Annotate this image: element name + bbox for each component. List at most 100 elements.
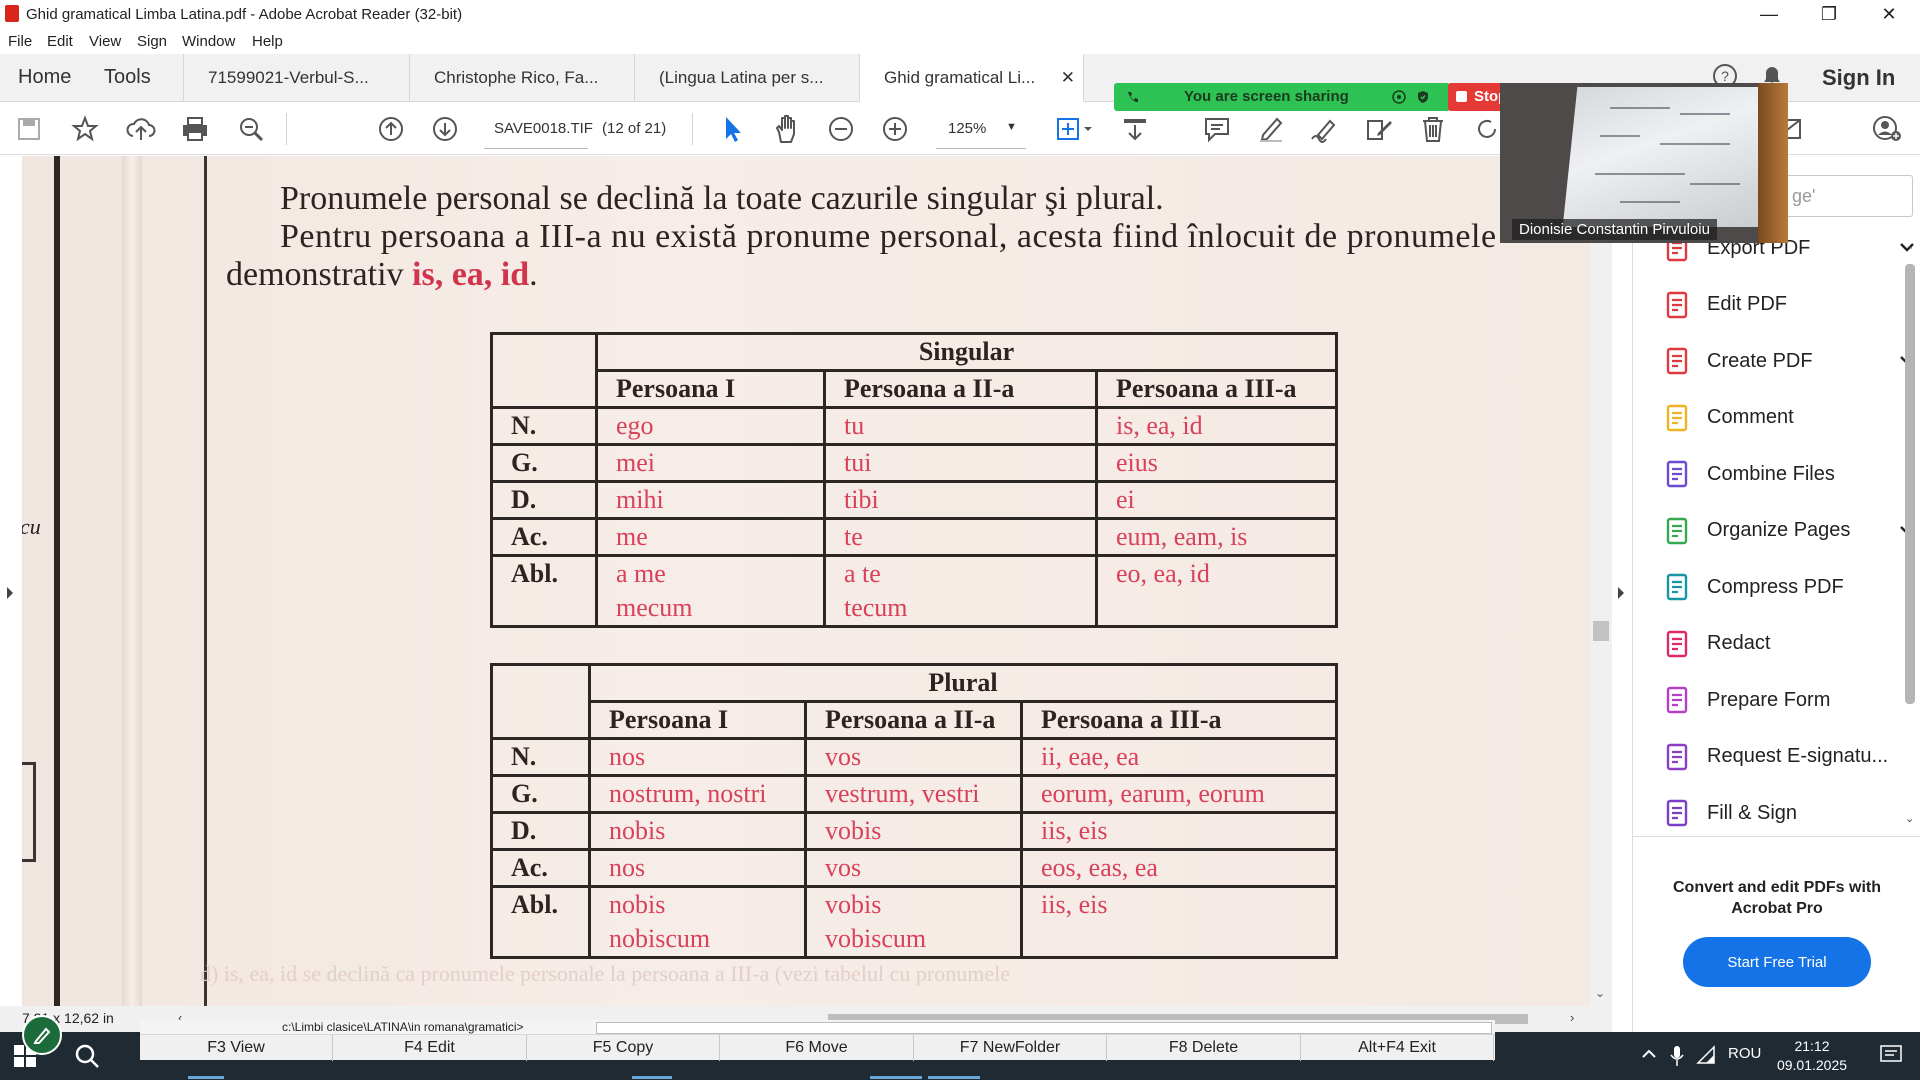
vertical-scrollbar[interactable]: ⌄ bbox=[1590, 156, 1612, 1006]
table-row: D. mihi tibi ei bbox=[490, 480, 1338, 520]
tool-prepare-form[interactable]: Prepare Form bbox=[1663, 680, 1830, 720]
acrobat-icon bbox=[5, 5, 19, 22]
tool-comment[interactable]: Comment bbox=[1663, 398, 1794, 438]
star-icon[interactable] bbox=[70, 114, 100, 144]
zoom-dropdown[interactable]: 125% ▼ bbox=[936, 109, 1026, 149]
paragraph-line-3: demonstrativ is, ea, id. bbox=[226, 256, 538, 293]
edit-text-icon[interactable] bbox=[1364, 114, 1394, 144]
tool-fill-sign[interactable]: Fill & Sign bbox=[1663, 793, 1797, 833]
webcam-preview[interactable]: Dionisie Constantin Pirvuloiu bbox=[1500, 83, 1788, 243]
command-line-input[interactable] bbox=[596, 1022, 1492, 1034]
table-row: G. nostrum, nostri vestrum, vestri eorum, e… bbox=[490, 774, 1338, 814]
tools-search-input[interactable]: ge' bbox=[1783, 175, 1913, 217]
fkey-f3-view[interactable]: F3 View bbox=[140, 1035, 333, 1061]
zoom-search-icon[interactable] bbox=[236, 114, 266, 144]
highlight-pen-icon[interactable] bbox=[1256, 114, 1286, 144]
start-free-trial-button[interactable]: Start Free Trial bbox=[1683, 937, 1871, 987]
scroll-right-icon[interactable]: › bbox=[1570, 1010, 1574, 1025]
doc-tab-lingua-latina[interactable]: (Lingua Latina per s... bbox=[634, 54, 859, 102]
annotate-pen-icon[interactable] bbox=[22, 1015, 62, 1055]
tray-chevron-up-icon[interactable] bbox=[1640, 1045, 1658, 1063]
panel-scrollbar[interactable]: ⌃ ⌄ bbox=[1901, 242, 1919, 832]
menu-sign[interactable]: Sign bbox=[137, 33, 167, 50]
menu-view[interactable]: View bbox=[89, 33, 121, 50]
function-key-bar: F3 View F4 Edit F5 Copy F6 Move F7 NewFolder… bbox=[140, 1034, 1495, 1061]
panel-scroll-down-icon[interactable]: ⌄ bbox=[1905, 812, 1914, 825]
scrollbar-thumb[interactable] bbox=[1593, 621, 1609, 641]
cloud-upload-icon[interactable] bbox=[126, 114, 156, 144]
right-panel-toggle-icon[interactable] bbox=[1616, 585, 1626, 601]
home-tab[interactable]: Home bbox=[18, 66, 71, 89]
close-window-button[interactable]: ✕ bbox=[1866, 0, 1912, 29]
scroll-down-icon[interactable]: ⌄ bbox=[1595, 986, 1605, 1000]
tool-combine-files[interactable]: Combine Files bbox=[1663, 454, 1835, 494]
taskbar-search-icon[interactable] bbox=[74, 1043, 100, 1069]
promo-text: Convert and edit PDFs with Acrobat Pro bbox=[1672, 879, 1881, 917]
menu-window[interactable]: Window bbox=[182, 33, 235, 50]
language-indicator[interactable]: ROU bbox=[1728, 1045, 1761, 1062]
document-viewer[interactable]: cu Pronumele personal se declină la toat… bbox=[0, 156, 1612, 1006]
filename-field[interactable]: SAVE0018.TIF bbox=[484, 109, 593, 149]
fkey-f6-move[interactable]: F6 Move bbox=[721, 1035, 914, 1061]
sign-in-button[interactable]: Sign In bbox=[1822, 65, 1895, 91]
tool-request-e-signatu[interactable]: Request E-signatu... bbox=[1663, 737, 1888, 777]
pdf-page: cu Pronumele personal se declină la toat… bbox=[22, 156, 1590, 1006]
zoom-in-icon[interactable] bbox=[880, 114, 910, 144]
singular-header-p3: Persoana a III-a bbox=[1095, 369, 1338, 409]
table-row: G. mei tui eius bbox=[490, 443, 1338, 483]
sign-pen-icon[interactable] bbox=[1310, 114, 1340, 144]
panel-scrollbar-thumb[interactable] bbox=[1905, 264, 1915, 704]
doc-tab-rico[interactable]: Christophe Rico, Fa... bbox=[409, 54, 634, 102]
tools-tab[interactable]: Tools bbox=[104, 66, 151, 89]
zoom-value: 125% bbox=[948, 120, 987, 137]
comment-tool-icon[interactable] bbox=[1202, 114, 1232, 144]
fkey-f7-newfolder[interactable]: F7 NewFolder bbox=[914, 1035, 1107, 1061]
menu-edit[interactable]: Edit bbox=[47, 33, 73, 50]
clock[interactable]: 21:12 09.01.2025 bbox=[1772, 1037, 1852, 1075]
tool-create-pdf[interactable]: Create PDF bbox=[1663, 341, 1914, 381]
table-row: Abl. nobis nobiscum vobis vobiscum iis, eis bbox=[490, 885, 1338, 959]
fkey-alt-f4-exit[interactable]: Alt+F4 Exit bbox=[1301, 1035, 1494, 1061]
paragraph-line-2: Pentru persoana a III-a nu există pronum… bbox=[280, 218, 1497, 255]
microphone-icon[interactable] bbox=[1670, 1045, 1684, 1067]
print-icon[interactable] bbox=[180, 114, 210, 144]
shield-icon[interactable] bbox=[1416, 90, 1430, 104]
next-page-icon[interactable] bbox=[430, 114, 460, 144]
fkey-f5-copy[interactable]: F5 Copy bbox=[527, 1035, 720, 1061]
tool-compress-pdf[interactable]: Compress PDF bbox=[1663, 567, 1844, 607]
menu-help[interactable]: Help bbox=[252, 33, 283, 50]
download-tray-icon[interactable] bbox=[1120, 114, 1150, 144]
clock-date: 09.01.2025 bbox=[1776, 1057, 1848, 1073]
select-cursor-icon[interactable] bbox=[718, 114, 748, 144]
save-icon[interactable] bbox=[14, 114, 44, 144]
left-panel-toggle-icon[interactable] bbox=[5, 585, 15, 601]
wifi-icon[interactable] bbox=[1696, 1045, 1716, 1065]
menu-file[interactable]: File bbox=[8, 33, 32, 50]
tool-edit-pdf[interactable]: Edit PDF bbox=[1663, 285, 1787, 325]
prev-page-icon[interactable] bbox=[376, 114, 406, 144]
tool-redact[interactable]: Redact bbox=[1663, 624, 1770, 664]
comment-icon bbox=[1666, 404, 1688, 431]
notifications-icon[interactable] bbox=[1880, 1045, 1902, 1065]
plural-table: Plural Persoana I Persoana a II-a Persoana… bbox=[490, 663, 1338, 959]
tool-organize-pages[interactable]: Organize Pages bbox=[1663, 511, 1914, 551]
info-icon[interactable] bbox=[1392, 90, 1406, 104]
window-title: Ghid gramatical Limba Latina.pdf - Adobe… bbox=[26, 6, 463, 23]
zoom-out-icon[interactable] bbox=[826, 114, 856, 144]
doc-tab-ghid-gramatical[interactable]: Ghid gramatical Li... ✕ bbox=[859, 54, 1084, 102]
minimize-button[interactable]: — bbox=[1746, 0, 1792, 29]
restore-button[interactable]: ❐ bbox=[1806, 0, 1852, 29]
rotate-icon[interactable] bbox=[1472, 114, 1502, 144]
organize-pages-icon bbox=[1666, 517, 1688, 544]
fit-page-icon[interactable] bbox=[1052, 114, 1096, 144]
fkey-f8-delete[interactable]: F8 Delete bbox=[1108, 1035, 1301, 1061]
doc-tab-verbul[interactable]: 71599021-Verbul-S... bbox=[183, 54, 409, 102]
add-user-icon[interactable] bbox=[1872, 114, 1902, 144]
fkey-f4-edit[interactable]: F4 Edit bbox=[334, 1035, 527, 1061]
panel-scroll-up-icon[interactable]: ⌃ bbox=[1905, 244, 1914, 257]
plural-title: Plural bbox=[588, 663, 1338, 703]
trash-icon[interactable] bbox=[1418, 114, 1448, 144]
screen-sharing-banner: You are screen sharing bbox=[1114, 83, 1450, 111]
hand-tool-icon[interactable] bbox=[772, 114, 802, 144]
tab-close-icon[interactable]: ✕ bbox=[1061, 68, 1075, 88]
